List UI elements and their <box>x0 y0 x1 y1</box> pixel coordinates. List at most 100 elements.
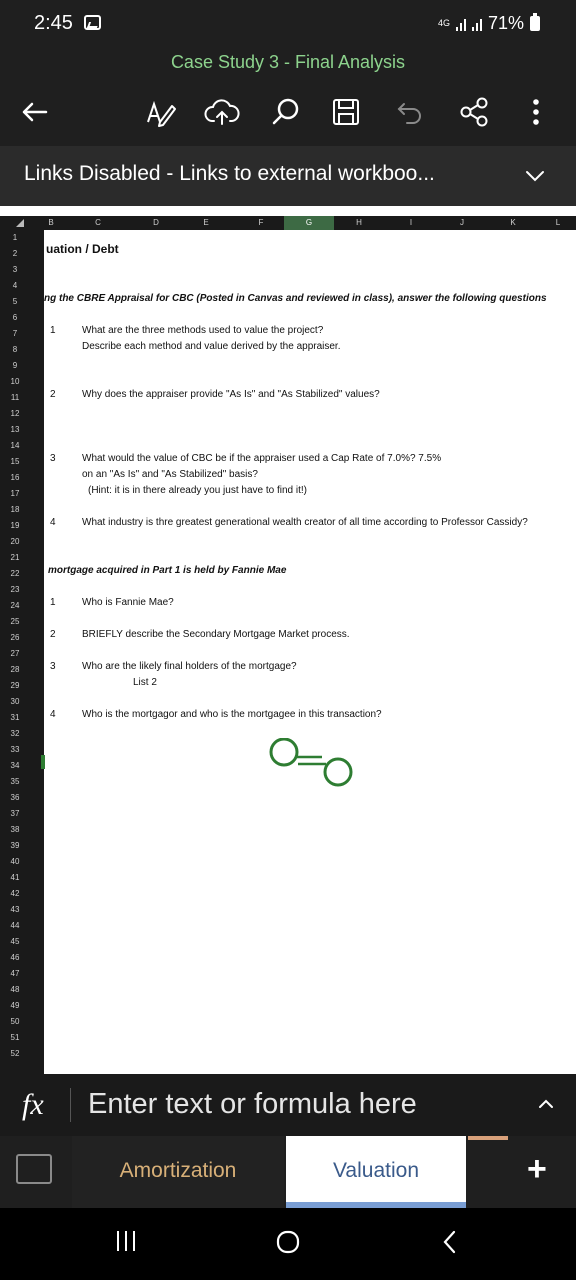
cell-question-number[interactable]: 2 <box>50 629 56 640</box>
row-number[interactable]: 22 <box>0 566 30 582</box>
row-number[interactable]: 41 <box>0 870 30 886</box>
row-number[interactable]: 35 <box>0 774 30 790</box>
column-label[interactable]: F <box>238 216 284 230</box>
row-number[interactable]: 46 <box>0 950 30 966</box>
row-number[interactable]: 51 <box>0 1030 30 1046</box>
search-icon[interactable] <box>266 92 306 132</box>
cell-question-number[interactable]: 4 <box>50 517 56 528</box>
share-icon[interactable] <box>454 92 494 132</box>
more-options-icon[interactable] <box>516 92 556 132</box>
row-number[interactable]: 6 <box>0 310 30 326</box>
save-icon[interactable] <box>326 92 366 132</box>
row-number[interactable]: 33 <box>0 742 30 758</box>
row-number[interactable]: 44 <box>0 918 30 934</box>
add-sheet-button[interactable]: + <box>527 1150 547 1189</box>
row-number[interactable]: 13 <box>0 422 30 438</box>
row-number[interactable]: 11 <box>0 390 30 406</box>
row-number[interactable]: 34 <box>0 758 30 774</box>
row-number[interactable]: 42 <box>0 886 30 902</box>
chevron-down-icon[interactable] <box>524 168 546 184</box>
column-label[interactable]: E <box>174 216 238 230</box>
row-number[interactable]: 21 <box>0 550 30 566</box>
cell-question[interactable]: What industry is thre greatest generatio… <box>82 517 528 528</box>
row-number[interactable]: 49 <box>0 998 30 1014</box>
row-number[interactable]: 18 <box>0 502 30 518</box>
row-number[interactable]: 23 <box>0 582 30 598</box>
column-label-selected[interactable]: G <box>284 216 334 230</box>
row-number[interactable]: 47 <box>0 966 30 982</box>
row-number[interactable]: 2 <box>0 246 30 262</box>
sheet-list-icon[interactable] <box>16 1154 52 1184</box>
column-label[interactable]: I <box>384 216 438 230</box>
row-number[interactable]: 52 <box>0 1046 30 1062</box>
document-title[interactable]: Case Study 3 - Final Analysis <box>0 52 576 73</box>
row-number[interactable]: 28 <box>0 662 30 678</box>
row-number[interactable]: 12 <box>0 406 30 422</box>
cell-question-number[interactable]: 1 <box>50 325 56 336</box>
recent-apps-icon[interactable] <box>112 1228 140 1254</box>
tab-amortization-label[interactable]: Amortization <box>72 1159 284 1183</box>
cell-question[interactable]: Who is Fannie Mae? <box>82 597 174 608</box>
row-number[interactable]: 40 <box>0 854 30 870</box>
cell-part2-heading[interactable]: mortgage acquired in Part 1 is held by F… <box>48 565 286 576</box>
column-label[interactable]: B <box>44 216 58 230</box>
home-icon[interactable] <box>274 1228 302 1256</box>
column-label[interactable]: L <box>540 216 576 230</box>
column-label[interactable]: H <box>334 216 384 230</box>
row-number[interactable]: 37 <box>0 806 30 822</box>
column-label[interactable]: J <box>438 216 486 230</box>
undo-icon[interactable] <box>390 92 430 132</box>
row-number[interactable]: 20 <box>0 534 30 550</box>
row-number[interactable]: 10 <box>0 374 30 390</box>
back-nav-icon[interactable] <box>438 1228 462 1256</box>
row-number[interactable]: 9 <box>0 358 30 374</box>
row-number[interactable]: 30 <box>0 694 30 710</box>
row-number[interactable]: 45 <box>0 934 30 950</box>
row-number[interactable]: 16 <box>0 470 30 486</box>
row-number[interactable]: 17 <box>0 486 30 502</box>
row-number[interactable]: 4 <box>0 278 30 294</box>
row-number[interactable]: 31 <box>0 710 30 726</box>
column-label[interactable]: C <box>58 216 138 230</box>
cell-question-number[interactable]: 2 <box>50 389 56 400</box>
row-number[interactable]: 5 <box>0 294 30 310</box>
edit-pen-icon[interactable] <box>140 92 180 132</box>
row-number[interactable]: 36 <box>0 790 30 806</box>
row-number[interactable]: 43 <box>0 902 30 918</box>
row-number[interactable]: 29 <box>0 678 30 694</box>
cell-question-number[interactable]: 3 <box>50 453 56 464</box>
cell-question-number[interactable]: 3 <box>50 661 56 672</box>
row-number[interactable]: 39 <box>0 838 30 854</box>
cell-question[interactable]: List 2 <box>133 677 157 688</box>
cell-question[interactable]: What are the three methods used to value… <box>82 325 323 336</box>
function-icon[interactable]: fx <box>22 1088 44 1122</box>
cell-heading[interactable]: uation / Debt <box>46 242 119 256</box>
row-number[interactable]: 32 <box>0 726 30 742</box>
formula-input[interactable]: Enter text or formula here <box>88 1088 417 1121</box>
cell-question[interactable]: on an "As Is" and "As Stabilized" basis? <box>82 469 258 480</box>
row-number[interactable]: 27 <box>0 646 30 662</box>
row-number[interactable]: 8 <box>0 342 30 358</box>
selection-handles-icon[interactable] <box>266 738 356 788</box>
back-arrow-icon[interactable] <box>14 92 54 132</box>
column-label[interactable]: K <box>486 216 540 230</box>
cell-area[interactable]: uation / Debt ng the CBRE Appraisal for … <box>44 230 576 1074</box>
row-number[interactable]: 50 <box>0 1014 30 1030</box>
cell-instructions[interactable]: ng the CBRE Appraisal for CBC (Posted in… <box>44 293 547 304</box>
cell-question-number[interactable]: 1 <box>50 597 56 608</box>
cloud-upload-icon[interactable] <box>202 92 242 132</box>
row-number[interactable]: 7 <box>0 326 30 342</box>
cell-question[interactable]: What would the value of CBC be if the ap… <box>82 453 441 464</box>
cell-question[interactable]: Why does the appraiser provide "As Is" a… <box>82 389 380 400</box>
row-number[interactable]: 15 <box>0 454 30 470</box>
select-all-corner-icon[interactable] <box>16 219 24 227</box>
row-number[interactable]: 24 <box>0 598 30 614</box>
column-label[interactable]: D <box>138 216 174 230</box>
cell-question[interactable]: Who are the likely final holders of the … <box>82 661 297 672</box>
cell-question-number[interactable]: 4 <box>50 709 56 720</box>
row-number[interactable]: 3 <box>0 262 30 278</box>
row-number[interactable]: 48 <box>0 982 30 998</box>
tab-valuation-label[interactable]: Valuation <box>286 1159 466 1183</box>
cell-question[interactable]: Describe each method and value derived b… <box>82 341 341 352</box>
row-number[interactable]: 19 <box>0 518 30 534</box>
